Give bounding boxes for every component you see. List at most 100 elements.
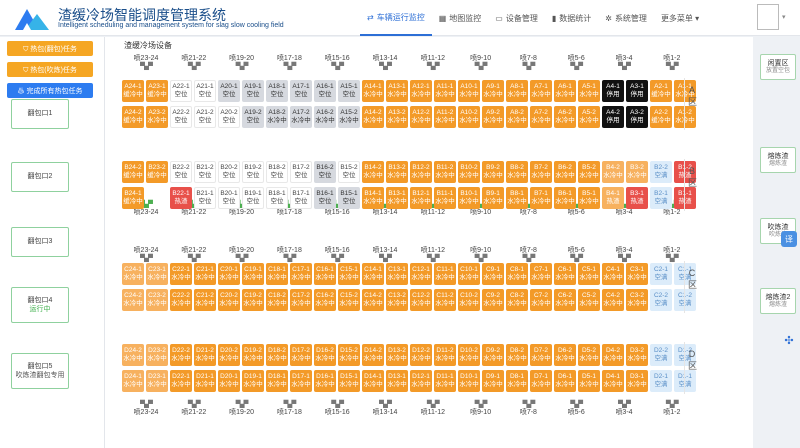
slot-cell[interactable]: D2-2 空满 bbox=[650, 344, 672, 366]
slot-cell[interactable]: A18-2 水冷中 bbox=[266, 106, 288, 128]
slot-cell[interactable]: D1-1 空满 bbox=[674, 370, 696, 392]
slot-cell[interactable]: D6-1 水冷中 bbox=[554, 370, 576, 392]
slot-cell[interactable]: D15-1 水冷中 bbox=[338, 370, 360, 392]
slot-cell[interactable]: A3-2 停用 bbox=[626, 106, 648, 128]
slot-cell[interactable]: B24-2 缓冷中 bbox=[122, 161, 144, 183]
slot-cell[interactable]: C6-2 水冷中 bbox=[554, 289, 576, 311]
nav-item-2[interactable]: ▭ 设备管理 bbox=[488, 0, 545, 36]
slot-cell[interactable]: D6-2 水冷中 bbox=[554, 344, 576, 366]
slot-cell[interactable]: D8-2 水冷中 bbox=[506, 344, 528, 366]
nav-item-3[interactable]: ▮ 数据统计 bbox=[545, 0, 598, 36]
slot-cell[interactable]: B4-2 水冷中 bbox=[602, 161, 624, 183]
slot-cell[interactable]: A12-1 水冷中 bbox=[410, 80, 432, 102]
slot-cell[interactable]: A10-1 水冷中 bbox=[458, 80, 480, 102]
slot-cell[interactable]: B18-2 空位 bbox=[266, 161, 288, 183]
slot-cell[interactable]: A22-2 空位 bbox=[170, 106, 192, 128]
nav-item-4[interactable]: ✲ 系统管理 bbox=[598, 0, 654, 36]
slot-cell[interactable]: B16-1 空位 bbox=[314, 187, 336, 209]
slot-cell[interactable]: C20-2 水冷中 bbox=[218, 289, 240, 311]
slot-cell[interactable]: D5-2 水冷中 bbox=[578, 344, 600, 366]
slot-cell[interactable]: B12-2 水冷中 bbox=[410, 161, 432, 183]
slot-cell[interactable]: D12-2 水冷中 bbox=[410, 344, 432, 366]
slot-cell[interactable]: D15-2 水冷中 bbox=[338, 344, 360, 366]
slot-cell[interactable]: C4-2 水冷中 bbox=[602, 289, 624, 311]
slot-cell[interactable]: C10-2 水冷中 bbox=[458, 289, 480, 311]
slot-cell[interactable]: D20-2 水冷中 bbox=[218, 344, 240, 366]
slot-cell[interactable]: A10-2 水冷中 bbox=[458, 106, 480, 128]
area-box-0[interactable]: 闲置区 放置空包 bbox=[760, 54, 796, 80]
slot-cell[interactable]: D17-1 水冷中 bbox=[290, 370, 312, 392]
slot-cell[interactable]: B10-2 水冷中 bbox=[458, 161, 480, 183]
slot-cell[interactable]: D2-1 空满 bbox=[650, 370, 672, 392]
slot-cell[interactable]: C5-2 水冷中 bbox=[578, 289, 600, 311]
slot-cell[interactable]: C2-1 空满 bbox=[650, 263, 672, 285]
area-box-1[interactable]: 熔炼渣 熔炼渣 bbox=[760, 147, 796, 173]
slot-cell[interactable]: C9-1 水冷中 bbox=[482, 263, 504, 285]
slot-cell[interactable]: C3-2 水冷中 bbox=[626, 289, 648, 311]
slot-cell[interactable]: C18-1 水冷中 bbox=[266, 263, 288, 285]
slot-cell[interactable]: A15-1 空位 bbox=[338, 80, 360, 102]
slot-cell[interactable]: B12-1 水冷中 bbox=[410, 187, 432, 209]
slot-cell[interactable]: D9-2 水冷中 bbox=[482, 344, 504, 366]
slot-cell[interactable]: B21-2 空位 bbox=[194, 161, 216, 183]
slot-cell[interactable]: D10-1 水冷中 bbox=[458, 370, 480, 392]
slot-cell[interactable]: D13-1 水冷中 bbox=[386, 370, 408, 392]
slot-cell[interactable]: D7-2 水冷中 bbox=[530, 344, 552, 366]
slot-cell[interactable]: B10-1 水冷中 bbox=[458, 187, 480, 209]
slot-cell[interactable]: A3-1 停用 bbox=[626, 80, 648, 102]
slot-cell[interactable]: A22-1 空位 bbox=[170, 80, 192, 102]
slot-cell[interactable]: C16-1 水冷中 bbox=[314, 263, 336, 285]
slot-cell[interactable]: A15-2 水冷中 bbox=[338, 106, 360, 128]
slot-cell[interactable]: B15-1 空位 bbox=[338, 187, 360, 209]
slot-cell[interactable]: C8-2 水冷中 bbox=[506, 289, 528, 311]
slot-cell[interactable]: A6-2 水冷中 bbox=[554, 106, 576, 128]
slot-cell[interactable]: A23-2 水冷中 bbox=[146, 106, 168, 128]
slot-cell[interactable]: B13-1 水冷中 bbox=[386, 187, 408, 209]
slot-cell[interactable]: D19-2 水冷中 bbox=[242, 344, 264, 366]
task-button-1[interactable]: ⛉ 热包(吹炼)任务 bbox=[7, 62, 93, 77]
slot-cell[interactable]: C16-2 水冷中 bbox=[314, 289, 336, 311]
slot-cell[interactable]: C24-2 水冷中 bbox=[122, 289, 144, 311]
slot-cell[interactable]: A5-1 水冷中 bbox=[578, 80, 600, 102]
slot-cell[interactable]: C7-2 水冷中 bbox=[530, 289, 552, 311]
slot-cell[interactable]: B23-2 缓冷中 bbox=[146, 161, 168, 183]
slot-cell[interactable]: C1-2 空满 bbox=[674, 289, 696, 311]
slot-cell[interactable]: D9-1 水冷中 bbox=[482, 370, 504, 392]
slot-cell[interactable]: B22-2 空位 bbox=[170, 161, 192, 183]
slot-cell[interactable]: A21-1 空位 bbox=[194, 80, 216, 102]
user-avatar[interactable] bbox=[757, 4, 779, 30]
slot-cell[interactable]: C8-1 水冷中 bbox=[506, 263, 528, 285]
slot-cell[interactable]: A24-2 缓冷中 bbox=[122, 106, 144, 128]
slot-cell[interactable]: A2-2 缓冷中 bbox=[650, 106, 672, 128]
slot-cell[interactable]: B2-2 空满 bbox=[650, 161, 672, 183]
slot-cell[interactable]: C13-2 水冷中 bbox=[386, 289, 408, 311]
slot-cell[interactable]: A7-1 水冷中 bbox=[530, 80, 552, 102]
slot-cell[interactable]: A24-1 缓冷中 bbox=[122, 80, 144, 102]
slot-cell[interactable]: B7-1 水冷中 bbox=[530, 187, 552, 209]
slot-cell[interactable]: B9-2 水冷中 bbox=[482, 161, 504, 183]
slot-cell[interactable]: B7-2 水冷中 bbox=[530, 161, 552, 183]
task-button-2[interactable]: ♨ 完成所有热包任务 bbox=[7, 83, 93, 98]
slot-cell[interactable]: C10-1 水冷中 bbox=[458, 263, 480, 285]
scroll-top-icon[interactable]: ✣ bbox=[780, 331, 798, 349]
slot-cell[interactable]: A18-1 空位 bbox=[266, 80, 288, 102]
slot-cell[interactable]: D8-1 水冷中 bbox=[506, 370, 528, 392]
slot-cell[interactable]: B5-2 水冷中 bbox=[578, 161, 600, 183]
nav-item-0[interactable]: ⇄ 车辆运行监控 bbox=[360, 0, 432, 36]
slot-cell[interactable]: B14-1 水冷中 bbox=[362, 187, 384, 209]
slot-cell[interactable]: D20-1 水冷中 bbox=[218, 370, 240, 392]
slot-cell[interactable]: A20-1 空位 bbox=[218, 80, 240, 102]
slot-cell[interactable]: A8-1 水冷中 bbox=[506, 80, 528, 102]
slot-cell[interactable]: C11-1 水冷中 bbox=[434, 263, 456, 285]
slot-cell[interactable]: C5-1 水冷中 bbox=[578, 263, 600, 285]
slot-cell[interactable]: A11-1 水冷中 bbox=[434, 80, 456, 102]
slot-cell[interactable]: B14-2 水冷中 bbox=[362, 161, 384, 183]
slot-cell[interactable]: B5-1 水冷中 bbox=[578, 187, 600, 209]
slot-cell[interactable]: C22-1 水冷中 bbox=[170, 263, 192, 285]
slot-cell[interactable]: B21-1 空位 bbox=[194, 187, 216, 209]
slot-cell[interactable]: A4-2 停用 bbox=[602, 106, 624, 128]
slot-cell[interactable]: D22-2 水冷中 bbox=[170, 344, 192, 366]
slot-cell[interactable]: A11-2 水冷中 bbox=[434, 106, 456, 128]
slot-cell[interactable]: A7-2 水冷中 bbox=[530, 106, 552, 128]
slot-cell[interactable]: B18-1 空位 bbox=[266, 187, 288, 209]
